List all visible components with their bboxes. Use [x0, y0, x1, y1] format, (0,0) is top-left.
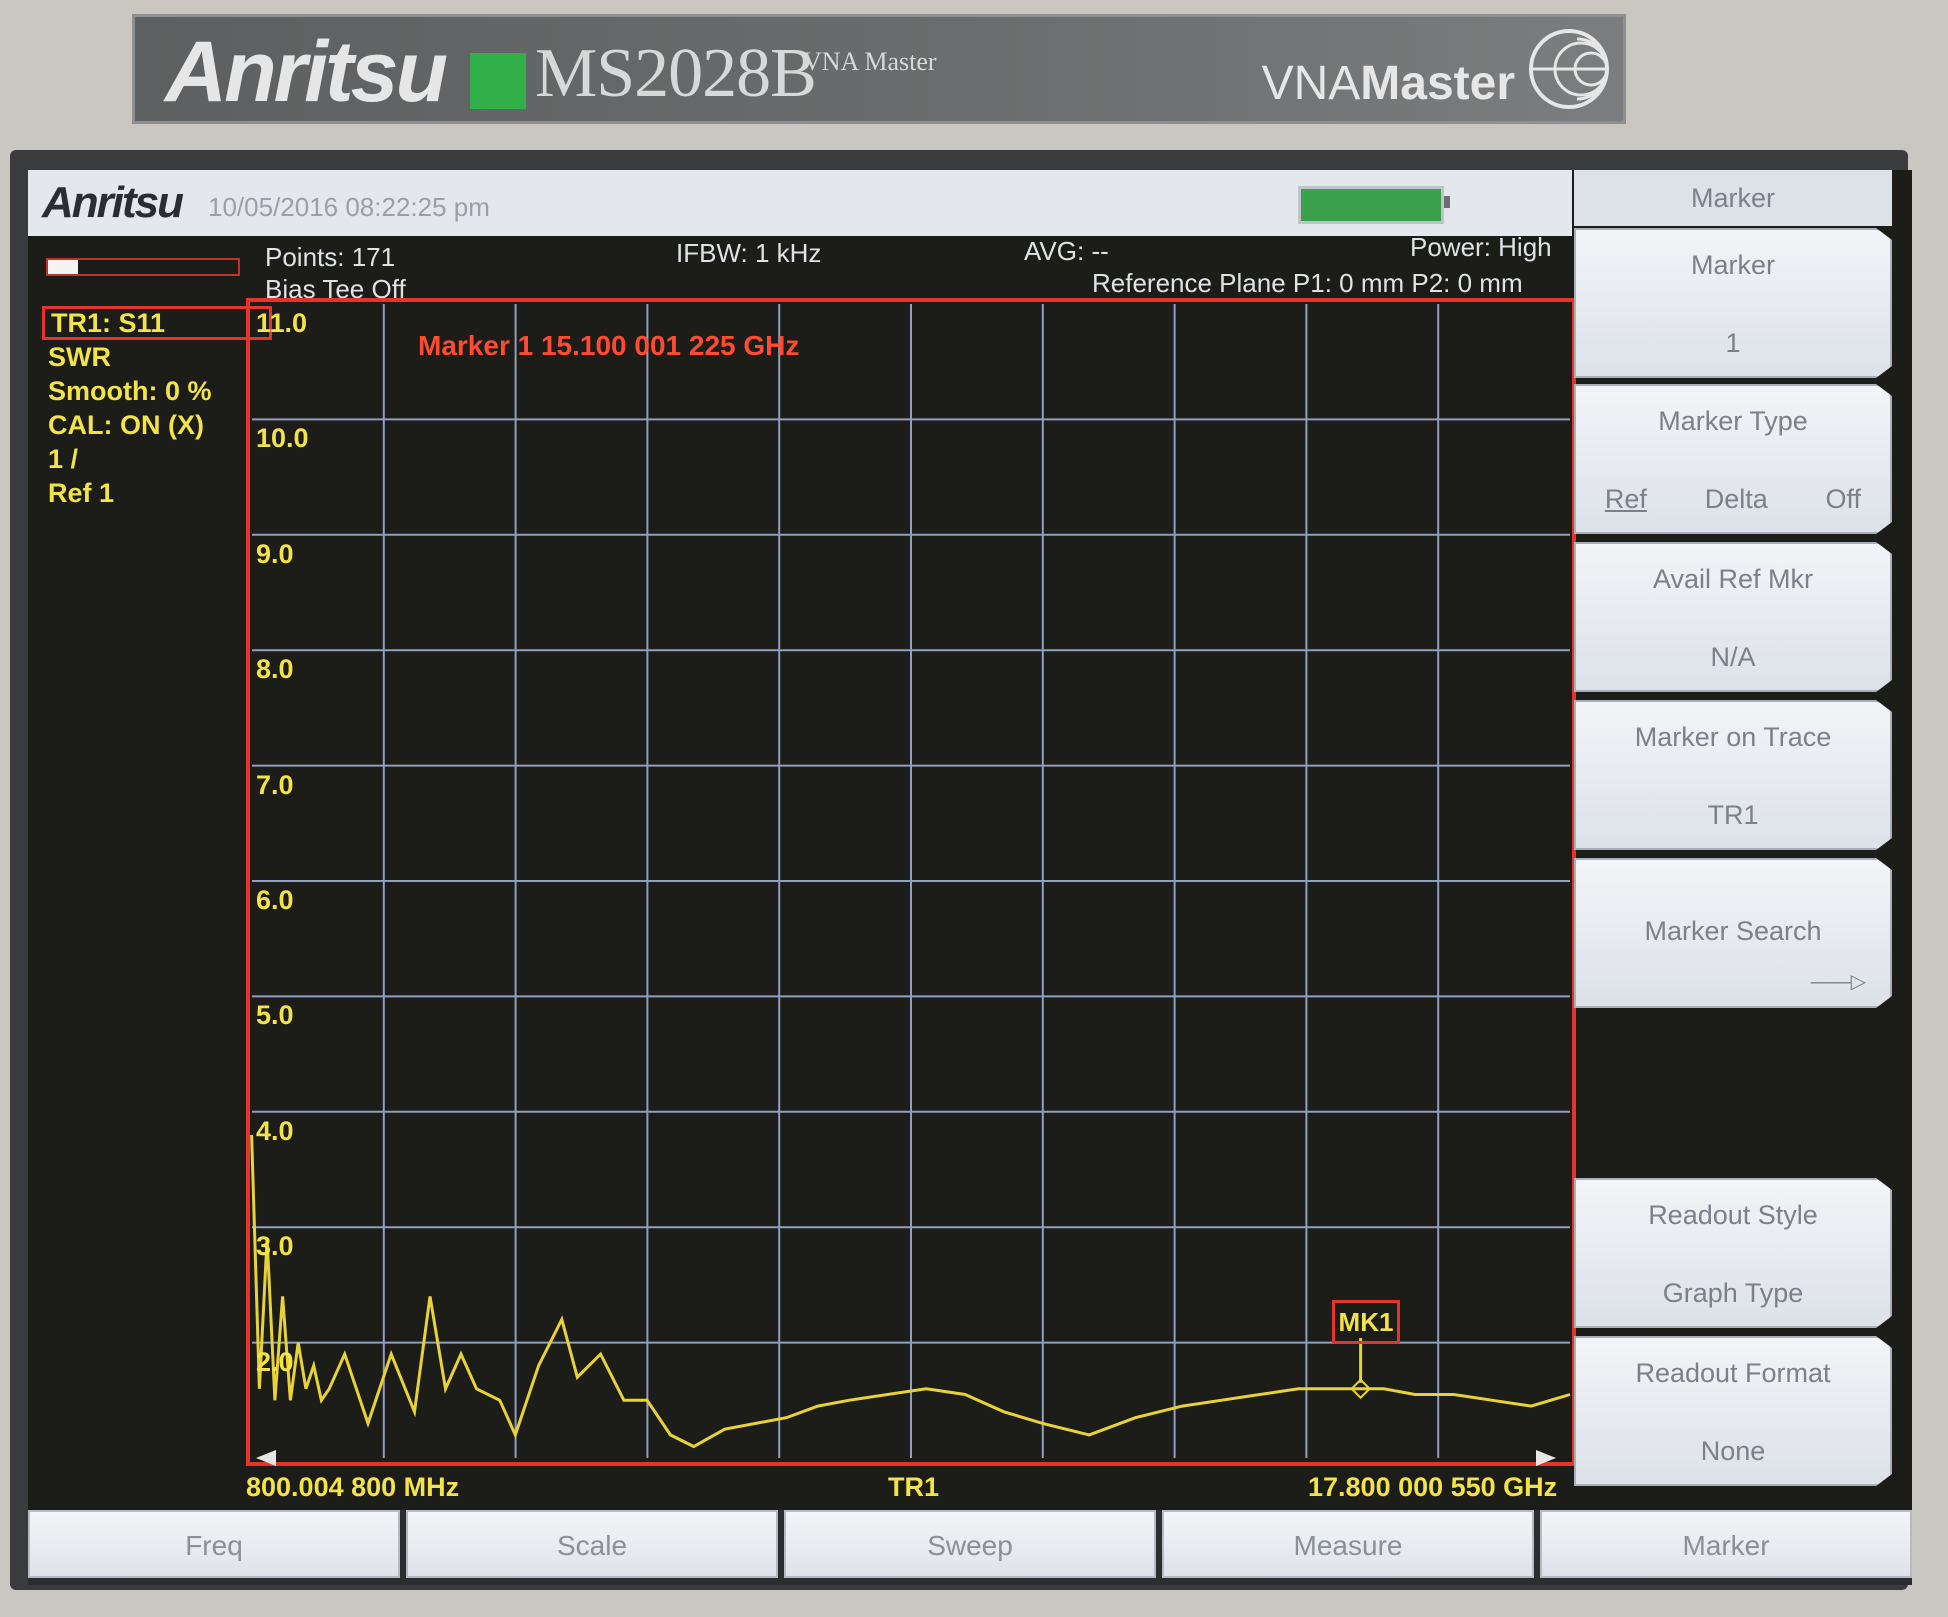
marker-select-label: Marker [1690, 250, 1775, 280]
marker-search-label: Marker Search [1644, 916, 1822, 946]
y-axis-label: 9.0 [256, 538, 294, 569]
marker-search-button[interactable]: Marker Search ——▷ [1574, 858, 1892, 1008]
model-subtitle: VNA Master [803, 47, 937, 76]
device-brand-bar: Anritsu MS2028B VNA Master VNAMaster [132, 14, 1626, 124]
battery-tip [1444, 196, 1450, 208]
marker-readout: Marker 1 15.100 001 225 GHz [418, 330, 800, 361]
start-frequency: 800.004 800 MHz [246, 1472, 460, 1502]
readout-format-value: None [1700, 1436, 1766, 1466]
marker-type-label: Marker Type [1658, 406, 1808, 436]
readout-style-value: Graph Type [1662, 1278, 1804, 1308]
tab-scale[interactable]: Scale [406, 1510, 778, 1578]
readout-style-button[interactable]: Readout Style Graph Type [1574, 1178, 1892, 1328]
y-axis-label: 11.0 [256, 308, 308, 338]
marker-1-label[interactable]: MK1 [1332, 1300, 1400, 1344]
marker-type-button[interactable]: Marker Type Ref Delta Off [1574, 384, 1892, 534]
avail-ref-marker-label: Avail Ref Mkr [1652, 564, 1814, 594]
calibration-label: CAL: ON (X) [48, 410, 204, 440]
y-axis-label: 6.0 [256, 885, 294, 915]
trace-selector[interactable]: TR1: S11 [42, 306, 272, 340]
y-axis-label: 7.0 [256, 769, 294, 800]
stop-frequency: 17.800 000 550 GHz [1308, 1472, 1558, 1502]
sweep-progress-bar [46, 258, 240, 276]
avail-ref-marker-value: N/A [1710, 642, 1756, 672]
main-menu-tabs: Freq Scale Sweep Measure Marker [28, 1510, 1912, 1585]
tab-marker[interactable]: Marker [1540, 1510, 1912, 1578]
trace-label: TR1 [888, 1472, 940, 1502]
y-axis-label: 10.0 [256, 423, 309, 454]
marker-select-button[interactable]: Marker 1 [1574, 228, 1892, 378]
model-number: MS2028B [535, 35, 817, 112]
marker-on-trace-value: TR1 [1707, 800, 1759, 830]
softkey-menu-title: Marker [1574, 170, 1892, 226]
submenu-arrow-icon: ——▷ [1810, 971, 1866, 993]
tab-sweep[interactable]: Sweep [784, 1510, 1156, 1578]
points-label: Points: 171 [265, 242, 396, 272]
product-name: VNAMaster [1262, 59, 1515, 109]
brand-logo: Anritsu [165, 24, 448, 120]
y-axis-label: 4.0 [256, 1115, 294, 1146]
readout-style-label: Readout Style [1648, 1200, 1818, 1230]
header-logo: Anritsu [42, 178, 184, 227]
datetime: 10/05/2016 08:22:25 pm [208, 192, 490, 222]
smoothing-label: Smooth: 0 % [48, 376, 212, 406]
tab-measure[interactable]: Measure [1162, 1510, 1534, 1578]
tab-freq[interactable]: Freq [28, 1510, 400, 1578]
battery-icon [1298, 186, 1444, 224]
sweep-progress-fill [48, 260, 79, 274]
softkey-panel: Marker Marker 1 Marker Type Ref Delta Of… [1574, 170, 1912, 1510]
readout-format-label: Readout Format [1635, 1358, 1831, 1388]
marker-select-value: 1 [1725, 328, 1741, 358]
marker-type-off[interactable]: Off [1826, 484, 1862, 515]
y-axis-label: 2.0 [256, 1346, 294, 1377]
product-suffix: Master [1360, 57, 1515, 110]
product-prefix: VNA [1261, 57, 1361, 110]
screen-header: Anritsu 10/05/2016 08:22:25 pm [28, 170, 1572, 236]
marker-on-trace-label: Marker on Trace [1634, 722, 1832, 752]
avg-label: AVG: -- [1024, 236, 1109, 266]
reference-label: Ref 1 [48, 478, 115, 508]
ifbw-label: IFBW: 1 kHz [676, 238, 822, 268]
trace-info-panel: TR1: S11 SWR Smooth: 0 % CAL: ON (X) 1 /… [42, 306, 272, 510]
trace-format: SWR [48, 342, 111, 372]
power-label: Power: High [1410, 232, 1552, 262]
y-axis-label: 5.0 [256, 1000, 294, 1031]
avail-ref-marker-button[interactable]: Avail Ref Mkr N/A [1574, 542, 1892, 692]
reference-plane-label: Reference Plane P1: 0 mm P2: 0 mm [1092, 268, 1523, 298]
y-axis-label: 3.0 [256, 1231, 294, 1262]
instrument-screen: Anritsu 10/05/2016 08:22:25 pm Points: 1… [28, 170, 1912, 1585]
marker-on-trace-button[interactable]: Marker on Trace TR1 [1574, 700, 1892, 850]
scale-label: 1 / [48, 444, 79, 474]
smith-chart-icon [1529, 29, 1609, 109]
readout-format-button[interactable]: Readout Format None [1574, 1336, 1892, 1486]
marker-type-ref[interactable]: Ref [1605, 484, 1647, 515]
brand-square-icon [470, 53, 526, 109]
marker-type-delta[interactable]: Delta [1705, 484, 1768, 515]
y-axis-label: 8.0 [256, 654, 294, 685]
